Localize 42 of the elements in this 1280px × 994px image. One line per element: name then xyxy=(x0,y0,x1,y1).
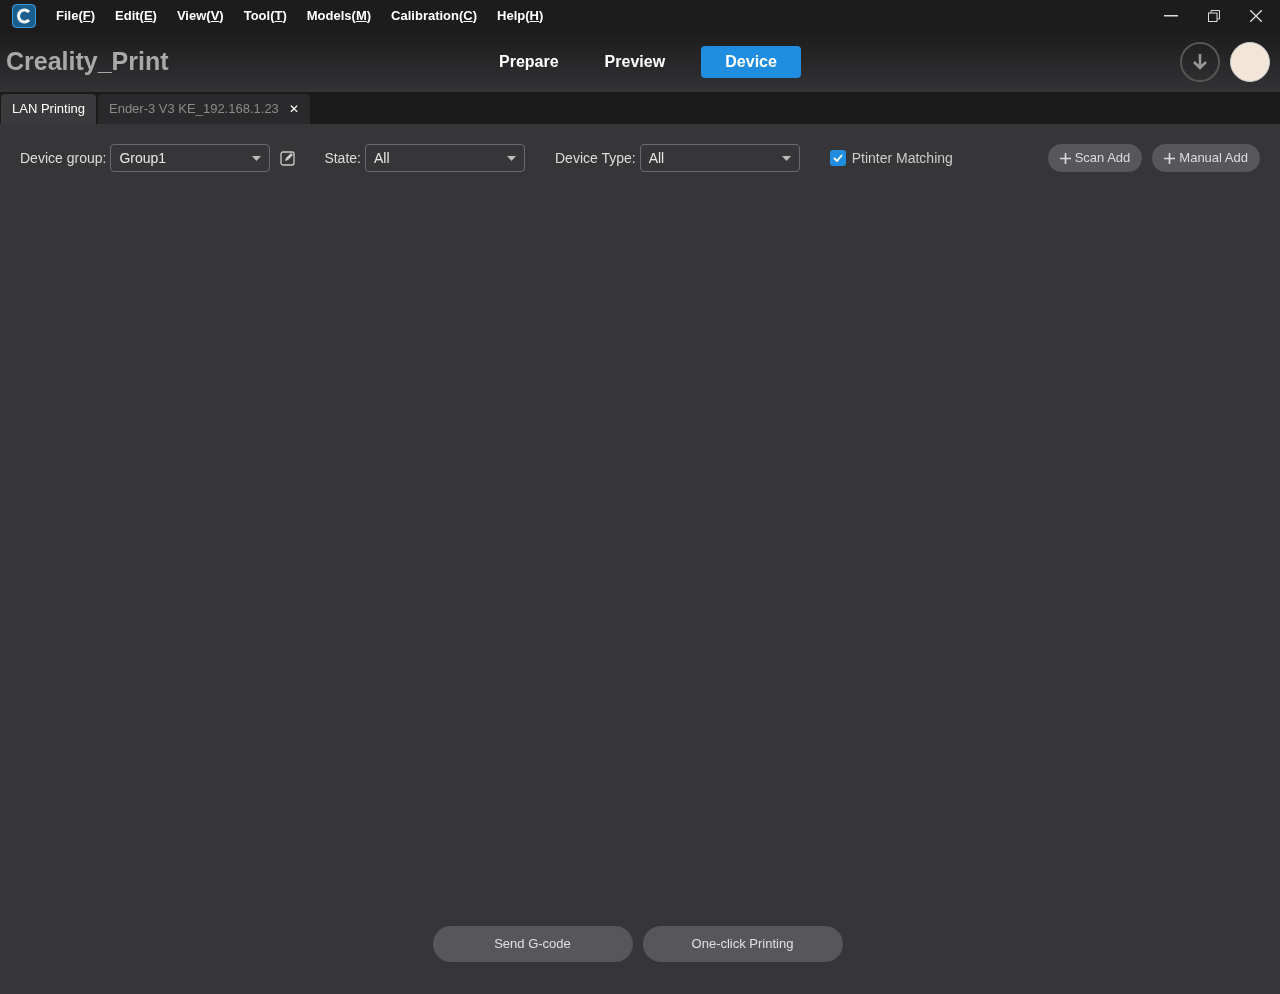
tab[interactable]: Ender-3 V3 KE_192.168.1.23 ✕ xyxy=(98,94,310,124)
minimize-icon[interactable] xyxy=(1164,15,1178,17)
edit-icon[interactable] xyxy=(280,150,296,166)
download-icon xyxy=(1193,54,1207,70)
menu-item[interactable]: Calibration(C) xyxy=(391,6,478,26)
filter-label: Device Type: xyxy=(555,148,636,168)
plus-icon xyxy=(1164,152,1176,164)
action-button[interactable]: Send G-code xyxy=(432,926,633,962)
menu-item[interactable]: Tool(T) xyxy=(243,6,287,26)
close-icon[interactable] xyxy=(1250,10,1262,22)
checkmark-icon xyxy=(832,154,843,162)
filter-label: State: xyxy=(324,148,361,168)
caret-icon xyxy=(781,155,791,161)
menu-item[interactable]: Edit(E) xyxy=(115,6,157,26)
action-button[interactable]: One-click Printing xyxy=(642,926,843,962)
checkbox-label: Ptinter Matching xyxy=(851,148,953,168)
mode-tab[interactable]: Prepare xyxy=(481,46,577,78)
menu-item[interactable]: File(F) xyxy=(56,6,96,26)
download-button[interactable] xyxy=(1180,42,1220,82)
menu-item[interactable]: View(V) xyxy=(176,6,224,26)
dropdown[interactable]: Group1 xyxy=(110,144,271,172)
restore-icon[interactable] xyxy=(1208,10,1220,22)
dropdown[interactable]: All xyxy=(365,144,525,172)
filter-label: Device group: xyxy=(20,148,107,168)
menu-item[interactable]: Help(H) xyxy=(497,6,544,26)
caret-icon xyxy=(252,155,262,161)
tab-label: LAN Printing xyxy=(12,100,85,119)
caret-icon xyxy=(507,155,516,161)
close-icon[interactable]: ✕ xyxy=(288,100,299,118)
tab[interactable]: LAN Printing xyxy=(1,94,96,124)
mode-tab[interactable]: Device xyxy=(701,46,802,78)
checkbox[interactable] xyxy=(829,150,846,166)
plus-icon xyxy=(1059,152,1071,164)
avatar[interactable] xyxy=(1230,42,1270,82)
dropdown[interactable]: All xyxy=(639,144,800,172)
mode-tab[interactable]: Preview xyxy=(586,46,684,78)
app-logo-icon xyxy=(12,4,36,28)
tab-label: Ender-3 V3 KE_192.168.1.23 xyxy=(109,100,279,119)
add-button[interactable]: Manual Add xyxy=(1152,144,1260,172)
menu-item[interactable]: Models(M) xyxy=(306,6,372,26)
add-button[interactable]: Scan Add xyxy=(1047,144,1143,172)
app-title: Creality_Print xyxy=(6,46,169,78)
